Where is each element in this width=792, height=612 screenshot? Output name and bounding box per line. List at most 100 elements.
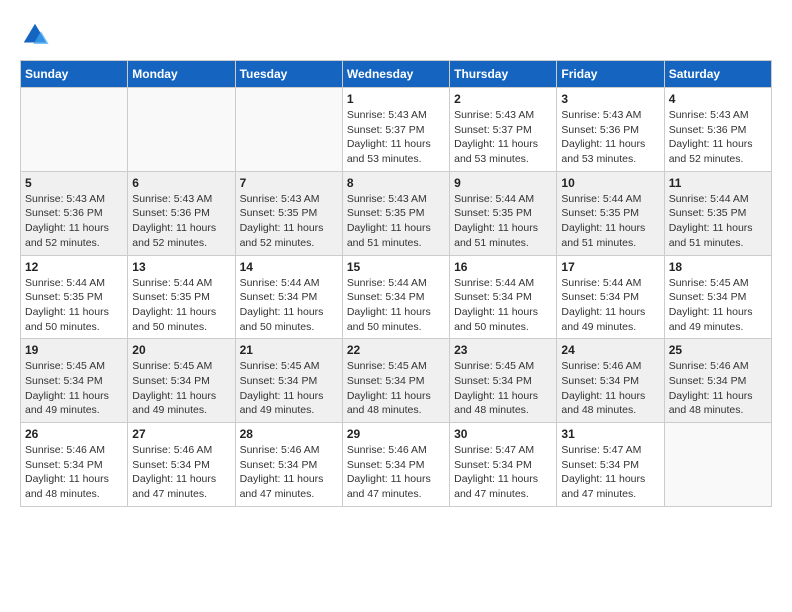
calendar-cell (21, 88, 128, 172)
calendar-cell: 2 Sunrise: 5:43 AM Sunset: 5:37 PM Daylig… (450, 88, 557, 172)
day-info: Sunrise: 5:45 AM Sunset: 5:34 PM Dayligh… (132, 359, 230, 418)
calendar-cell: 28 Sunrise: 5:46 AM Sunset: 5:34 PM Dayli… (235, 423, 342, 507)
day-number: 1 (347, 92, 445, 106)
calendar-cell (235, 88, 342, 172)
calendar-cell: 23 Sunrise: 5:45 AM Sunset: 5:34 PM Dayli… (450, 339, 557, 423)
day-info: Sunrise: 5:44 AM Sunset: 5:34 PM Dayligh… (347, 276, 445, 335)
day-number: 29 (347, 427, 445, 441)
day-info: Sunrise: 5:45 AM Sunset: 5:34 PM Dayligh… (347, 359, 445, 418)
weekday-header-row: SundayMondayTuesdayWednesdayThursdayFrid… (21, 61, 772, 88)
day-number: 14 (240, 260, 338, 274)
calendar-cell: 19 Sunrise: 5:45 AM Sunset: 5:34 PM Dayli… (21, 339, 128, 423)
calendar-cell: 7 Sunrise: 5:43 AM Sunset: 5:35 PM Daylig… (235, 171, 342, 255)
calendar-cell: 9 Sunrise: 5:44 AM Sunset: 5:35 PM Daylig… (450, 171, 557, 255)
calendar-cell: 1 Sunrise: 5:43 AM Sunset: 5:37 PM Daylig… (342, 88, 449, 172)
day-info: Sunrise: 5:44 AM Sunset: 5:35 PM Dayligh… (669, 192, 767, 251)
calendar-cell: 16 Sunrise: 5:44 AM Sunset: 5:34 PM Dayli… (450, 255, 557, 339)
weekday-header-sunday: Sunday (21, 61, 128, 88)
page-header (20, 20, 772, 50)
day-info: Sunrise: 5:43 AM Sunset: 5:36 PM Dayligh… (669, 108, 767, 167)
day-number: 15 (347, 260, 445, 274)
calendar-cell: 18 Sunrise: 5:45 AM Sunset: 5:34 PM Dayli… (664, 255, 771, 339)
day-number: 7 (240, 176, 338, 190)
day-number: 2 (454, 92, 552, 106)
weekday-header-saturday: Saturday (664, 61, 771, 88)
day-info: Sunrise: 5:45 AM Sunset: 5:34 PM Dayligh… (669, 276, 767, 335)
weekday-header-thursday: Thursday (450, 61, 557, 88)
calendar-cell: 8Sunrise: 5:43 AM Sunset: 5:35 PM Daylig… (342, 171, 449, 255)
calendar-cell: 20 Sunrise: 5:45 AM Sunset: 5:34 PM Dayli… (128, 339, 235, 423)
day-info: Sunrise: 5:46 AM Sunset: 5:34 PM Dayligh… (669, 359, 767, 418)
day-info: Sunrise: 5:46 AM Sunset: 5:34 PM Dayligh… (240, 443, 338, 502)
calendar-cell: 17Sunrise: 5:44 AM Sunset: 5:34 PM Dayli… (557, 255, 664, 339)
day-number: 6 (132, 176, 230, 190)
day-info: Sunrise: 5:44 AM Sunset: 5:34 PM Dayligh… (240, 276, 338, 335)
day-number: 30 (454, 427, 552, 441)
day-number: 25 (669, 343, 767, 357)
calendar-cell: 15 Sunrise: 5:44 AM Sunset: 5:34 PM Dayli… (342, 255, 449, 339)
day-number: 28 (240, 427, 338, 441)
calendar-cell: 5 Sunrise: 5:43 AM Sunset: 5:36 PM Daylig… (21, 171, 128, 255)
day-number: 24 (561, 343, 659, 357)
calendar-cell: 4 Sunrise: 5:43 AM Sunset: 5:36 PM Daylig… (664, 88, 771, 172)
day-number: 20 (132, 343, 230, 357)
calendar-cell: 10 Sunrise: 5:44 AM Sunset: 5:35 PM Dayli… (557, 171, 664, 255)
day-info: Sunrise: 5:44 AM Sunset: 5:34 PM Dayligh… (454, 276, 552, 335)
day-number: 18 (669, 260, 767, 274)
day-info: Sunrise: 5:44 AM Sunset: 5:35 PM Dayligh… (25, 276, 123, 335)
day-number: 22 (347, 343, 445, 357)
day-number: 27 (132, 427, 230, 441)
calendar-cell: 25 Sunrise: 5:46 AM Sunset: 5:34 PM Dayli… (664, 339, 771, 423)
day-info: Sunrise: 5:44 AM Sunset: 5:35 PM Dayligh… (561, 192, 659, 251)
day-info: Sunrise: 5:43 AM Sunset: 5:36 PM Dayligh… (25, 192, 123, 251)
day-number: 3 (561, 92, 659, 106)
calendar-cell (128, 88, 235, 172)
weekday-header-monday: Monday (128, 61, 235, 88)
day-info: Sunrise: 5:45 AM Sunset: 5:34 PM Dayligh… (454, 359, 552, 418)
calendar-cell: 31 Sunrise: 5:47 AM Sunset: 5:34 PM Dayli… (557, 423, 664, 507)
calendar-cell (664, 423, 771, 507)
weekday-header-friday: Friday (557, 61, 664, 88)
calendar-cell: 13Sunrise: 5:44 AM Sunset: 5:35 PM Dayli… (128, 255, 235, 339)
day-number: 16 (454, 260, 552, 274)
day-number: 5 (25, 176, 123, 190)
day-number: 4 (669, 92, 767, 106)
calendar-cell: 27 Sunrise: 5:46 AM Sunset: 5:34 PM Dayli… (128, 423, 235, 507)
day-info: Sunrise: 5:46 AM Sunset: 5:34 PM Dayligh… (347, 443, 445, 502)
day-info: Sunrise: 5:45 AM Sunset: 5:34 PM Dayligh… (25, 359, 123, 418)
calendar-cell: 11Sunrise: 5:44 AM Sunset: 5:35 PM Dayli… (664, 171, 771, 255)
day-info: Sunrise: 5:46 AM Sunset: 5:34 PM Dayligh… (25, 443, 123, 502)
day-number: 21 (240, 343, 338, 357)
day-info: Sunrise: 5:43 AM Sunset: 5:36 PM Dayligh… (132, 192, 230, 251)
calendar-cell: 21 Sunrise: 5:45 AM Sunset: 5:34 PM Dayli… (235, 339, 342, 423)
day-number: 31 (561, 427, 659, 441)
day-info: Sunrise: 5:43 AM Sunset: 5:36 PM Dayligh… (561, 108, 659, 167)
day-info: Sunrise: 5:43 AM Sunset: 5:37 PM Dayligh… (454, 108, 552, 167)
day-info: Sunrise: 5:43 AM Sunset: 5:35 PM Dayligh… (240, 192, 338, 251)
logo-icon (20, 20, 50, 50)
logo (20, 20, 54, 50)
calendar-week-row: 26 Sunrise: 5:46 AM Sunset: 5:34 PM Dayli… (21, 423, 772, 507)
calendar-week-row: 19 Sunrise: 5:45 AM Sunset: 5:34 PM Dayli… (21, 339, 772, 423)
day-number: 10 (561, 176, 659, 190)
day-number: 26 (25, 427, 123, 441)
calendar-cell: 3 Sunrise: 5:43 AM Sunset: 5:36 PM Daylig… (557, 88, 664, 172)
calendar-week-row: 12Sunrise: 5:44 AM Sunset: 5:35 PM Dayli… (21, 255, 772, 339)
calendar-week-row: 5 Sunrise: 5:43 AM Sunset: 5:36 PM Daylig… (21, 171, 772, 255)
calendar-cell: 6 Sunrise: 5:43 AM Sunset: 5:36 PM Daylig… (128, 171, 235, 255)
day-info: Sunrise: 5:45 AM Sunset: 5:34 PM Dayligh… (240, 359, 338, 418)
calendar-cell: 12Sunrise: 5:44 AM Sunset: 5:35 PM Dayli… (21, 255, 128, 339)
day-info: Sunrise: 5:47 AM Sunset: 5:34 PM Dayligh… (561, 443, 659, 502)
calendar-cell: 30 Sunrise: 5:47 AM Sunset: 5:34 PM Dayli… (450, 423, 557, 507)
day-info: Sunrise: 5:47 AM Sunset: 5:34 PM Dayligh… (454, 443, 552, 502)
calendar-cell: 26 Sunrise: 5:46 AM Sunset: 5:34 PM Dayli… (21, 423, 128, 507)
day-number: 19 (25, 343, 123, 357)
day-number: 13 (132, 260, 230, 274)
calendar-table: SundayMondayTuesdayWednesdayThursdayFrid… (20, 60, 772, 507)
day-info: Sunrise: 5:44 AM Sunset: 5:35 PM Dayligh… (454, 192, 552, 251)
day-info: Sunrise: 5:43 AM Sunset: 5:37 PM Dayligh… (347, 108, 445, 167)
calendar-cell: 14 Sunrise: 5:44 AM Sunset: 5:34 PM Dayli… (235, 255, 342, 339)
day-number: 23 (454, 343, 552, 357)
day-info: Sunrise: 5:46 AM Sunset: 5:34 PM Dayligh… (132, 443, 230, 502)
day-number: 9 (454, 176, 552, 190)
